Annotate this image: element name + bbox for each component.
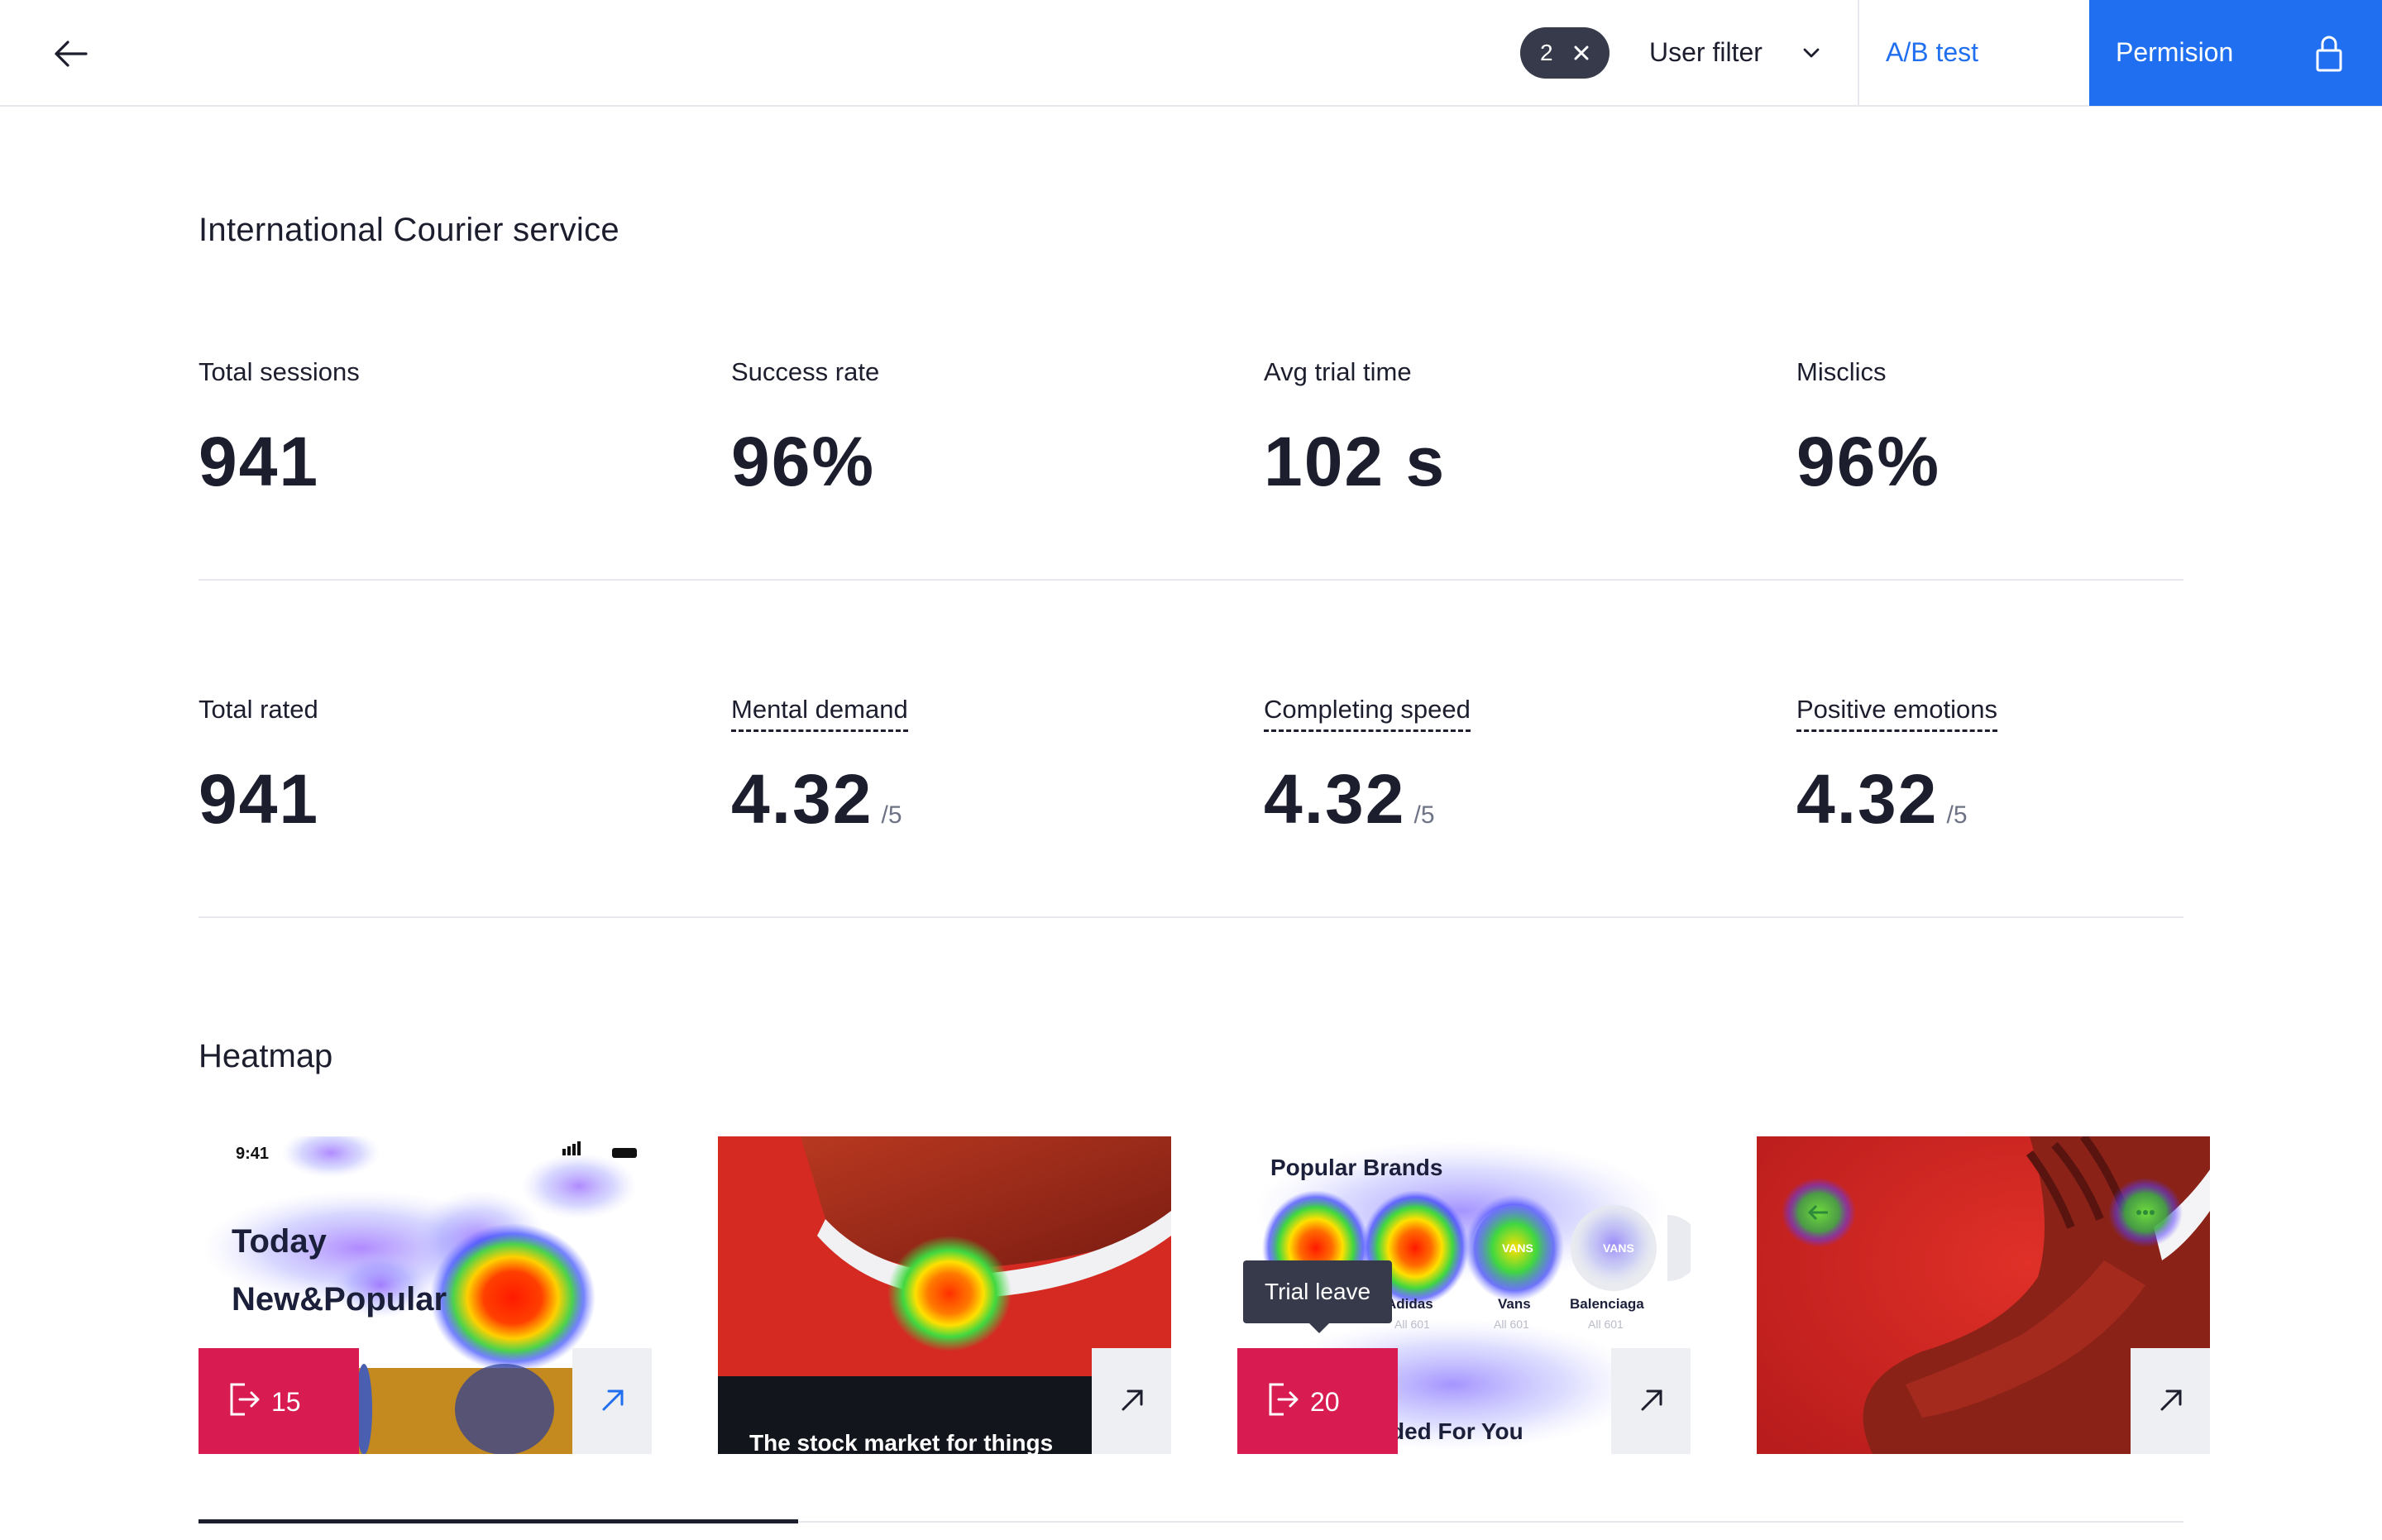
stat-suffix: /5 [1946,801,1968,829]
permission-label: Permision [2116,37,2234,67]
lock-icon [2316,36,2342,72]
top-bar: 2 User filter A/B test Permision [0,0,2382,107]
thumb-text: Adidas [1386,1296,1433,1312]
thumb-text: All 601 [1394,1318,1430,1331]
thumb-text: Popular Brands [1270,1155,1442,1180]
ab-test-link[interactable]: A/B test [1886,37,1978,68]
stat-suffix: /5 [1413,801,1435,829]
stat-value: 96% [1796,423,1941,500]
stat-value: 96% [731,423,876,500]
stat-label-tooltip-trigger[interactable]: Mental demand [731,695,908,732]
heatmap-card-2[interactable]: The stock market for things [718,1136,1171,1454]
open-heatmap-button[interactable] [1611,1348,1691,1454]
thumb-text: VANS [1502,1241,1533,1255]
trial-leave-count: 15 [271,1387,301,1417]
status-time: 9:41 [236,1145,269,1163]
stat-completing-speed: Completing speed 4.32/5 [1264,695,1727,838]
stat-value: 4.32/5 [1264,760,1435,838]
arrow-up-right-icon [1641,1389,1662,1411]
stat-value: 941 [198,760,320,838]
stat-avg-trial-time: Avg trial time 102 s [1264,357,1727,500]
user-filter-dropdown[interactable]: User filter [1649,0,1858,105]
tooltip-text: Trial leave [1265,1279,1371,1304]
open-heatmap-button[interactable] [2131,1348,2210,1454]
stat-value: 4.32/5 [1796,760,1968,838]
stat-label-tooltip-trigger[interactable]: Positive emotions [1796,695,1997,732]
trial-leave-badge[interactable]: 20 [1237,1348,1398,1454]
chevron-down-icon [1803,48,1820,58]
carousel-scroll-thumb[interactable] [198,1519,798,1523]
clear-filters-icon[interactable] [1570,41,1593,65]
stat-value: 941 [198,423,320,500]
heatmap-card-1[interactable]: 9:41 Today New&Popular 15 [198,1136,652,1454]
heatmap-card-4[interactable] [1757,1136,2210,1454]
tooltip-arrow [1309,1323,1329,1333]
thumb-text: VANS [1603,1241,1634,1255]
stat-label: Misclics [1796,357,1887,386]
exit-icon [1269,1383,1299,1416]
stat-label: Total sessions [198,357,360,386]
thumb-text: The stock market for things [749,1430,1053,1454]
back-arrow-icon[interactable] [50,33,91,74]
stat-label-tooltip-trigger[interactable]: Completing speed [1264,695,1471,732]
filter-count: 2 [1540,40,1553,65]
stat-label: Total rated [198,695,318,724]
section-divider [198,579,2184,581]
thumb-text: Vans [1498,1296,1531,1312]
stat-total-rated: Total rated 941 [198,695,662,838]
thumb-text: Today [232,1223,328,1260]
stat-value: 102 s [1264,423,1447,500]
stat-total-sessions: Total sessions 941 [198,357,662,500]
trial-leave-tooltip: Trial leave [1243,1260,1392,1333]
section-divider [198,916,2184,918]
thumb-text: Balenciaga [1570,1296,1644,1312]
thumb-text: New&Popular [232,1281,447,1318]
active-filters-chip[interactable]: 2 [1520,27,1610,79]
thumb-text: ded For You [1390,1418,1523,1444]
permission-button[interactable]: Permision [2089,0,2382,106]
topbar-divider [1858,0,1859,105]
stat-label: Success rate [731,357,880,386]
stat-label: Avg trial time [1264,357,1412,386]
stat-suffix: /5 [881,801,902,829]
thumb-text: All 601 [1588,1318,1624,1331]
stat-success-rate: Success rate 96% [731,357,1194,500]
stat-misclicks: Misclics 96% [1796,357,2260,500]
open-heatmap-button[interactable] [1092,1348,1171,1454]
arrow-up-right-icon [1122,1389,1143,1411]
trial-leave-badge[interactable]: 15 [198,1348,359,1454]
exit-icon [230,1383,260,1416]
page-title: International Courier service [198,212,619,248]
arrow-up-right-icon [2160,1389,2182,1411]
stat-mental-demand: Mental demand 4.32/5 [731,695,1194,838]
stat-positive-emotions: Positive emotions 4.32/5 [1796,695,2260,838]
open-heatmap-button[interactable] [572,1348,652,1454]
thumb-text: All 601 [1494,1318,1529,1331]
user-filter-label: User filter [1649,37,1763,67]
trial-leave-count: 20 [1310,1387,1340,1417]
heatmap-title: Heatmap [198,1038,333,1074]
stat-value: 4.32/5 [731,760,902,838]
arrow-up-right-icon [602,1389,624,1411]
